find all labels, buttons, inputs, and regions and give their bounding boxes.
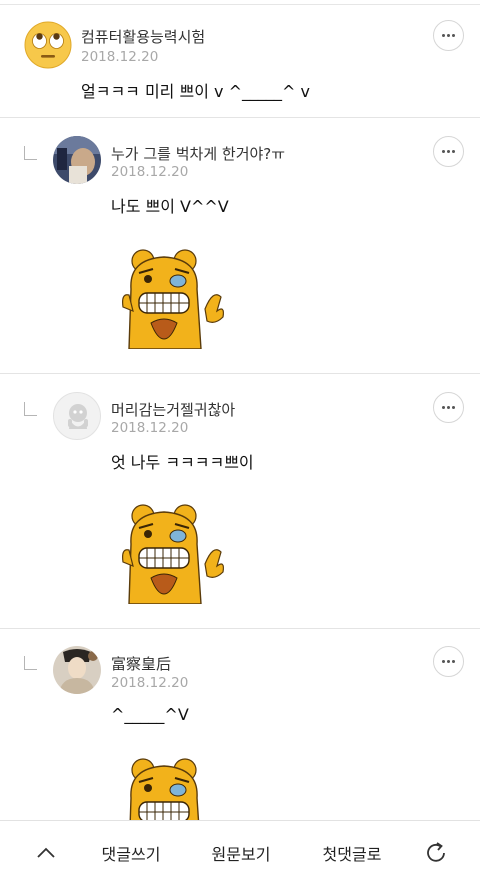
- bear-sticker-icon: [121, 249, 227, 350]
- comment-date: 2018.12.20: [111, 675, 189, 691]
- reply-indicator-icon: [24, 146, 37, 160]
- more-options-button[interactable]: [433, 136, 464, 167]
- top-divider: [0, 4, 480, 5]
- refresh-button[interactable]: [414, 821, 458, 884]
- write-comment-button[interactable]: 댓글쓰기: [86, 821, 176, 884]
- comment-text: 나도 쁘이 V^^V: [111, 197, 229, 216]
- more-options-button[interactable]: [433, 392, 464, 423]
- comment-date: 2018.12.20: [81, 49, 159, 65]
- bear-sticker-icon: [121, 504, 227, 605]
- comment-date: 2018.12.20: [111, 420, 189, 436]
- default-avatar-icon[interactable]: [53, 392, 101, 440]
- photo-avatar-icon[interactable]: [53, 136, 101, 184]
- view-original-button[interactable]: 원문보기: [196, 821, 286, 884]
- portrait-avatar-icon[interactable]: [53, 646, 101, 694]
- comment-text: 엇 나두 ㅋㅋㅋㅋ쁘이: [111, 453, 254, 472]
- chevron-up-icon: [37, 847, 55, 858]
- more-options-button[interactable]: [433, 646, 464, 677]
- reply-indicator-icon: [24, 402, 37, 416]
- reply-indicator-icon: [24, 656, 37, 670]
- comment-author[interactable]: 富察皇后: [111, 653, 171, 674]
- comment-divider: [0, 373, 480, 374]
- comment-author[interactable]: 컴퓨터활용능력시험: [81, 26, 205, 47]
- refresh-icon: [427, 842, 445, 862]
- comment-text: ^_____^V: [111, 705, 189, 724]
- rolling-eyes-emoji-icon[interactable]: [24, 21, 72, 69]
- bottom-toolbar: 댓글쓰기 원문보기 첫댓글로: [0, 820, 480, 884]
- comment-date: 2018.12.20: [111, 164, 189, 180]
- more-options-button[interactable]: [433, 20, 464, 51]
- scroll-top-button[interactable]: [24, 821, 68, 884]
- comment-text: 얼ㅋㅋㅋ 미리 쁘이 v ^_____^ v: [81, 82, 310, 101]
- comment-divider: [0, 628, 480, 629]
- comment-author[interactable]: 누가 그를 벅차게 한거야?ㅠ: [111, 143, 285, 164]
- comment-author[interactable]: 머리감는거젤귀찮아: [111, 399, 235, 420]
- comment-divider: [0, 117, 480, 118]
- first-comment-button[interactable]: 첫댓글로: [307, 821, 397, 884]
